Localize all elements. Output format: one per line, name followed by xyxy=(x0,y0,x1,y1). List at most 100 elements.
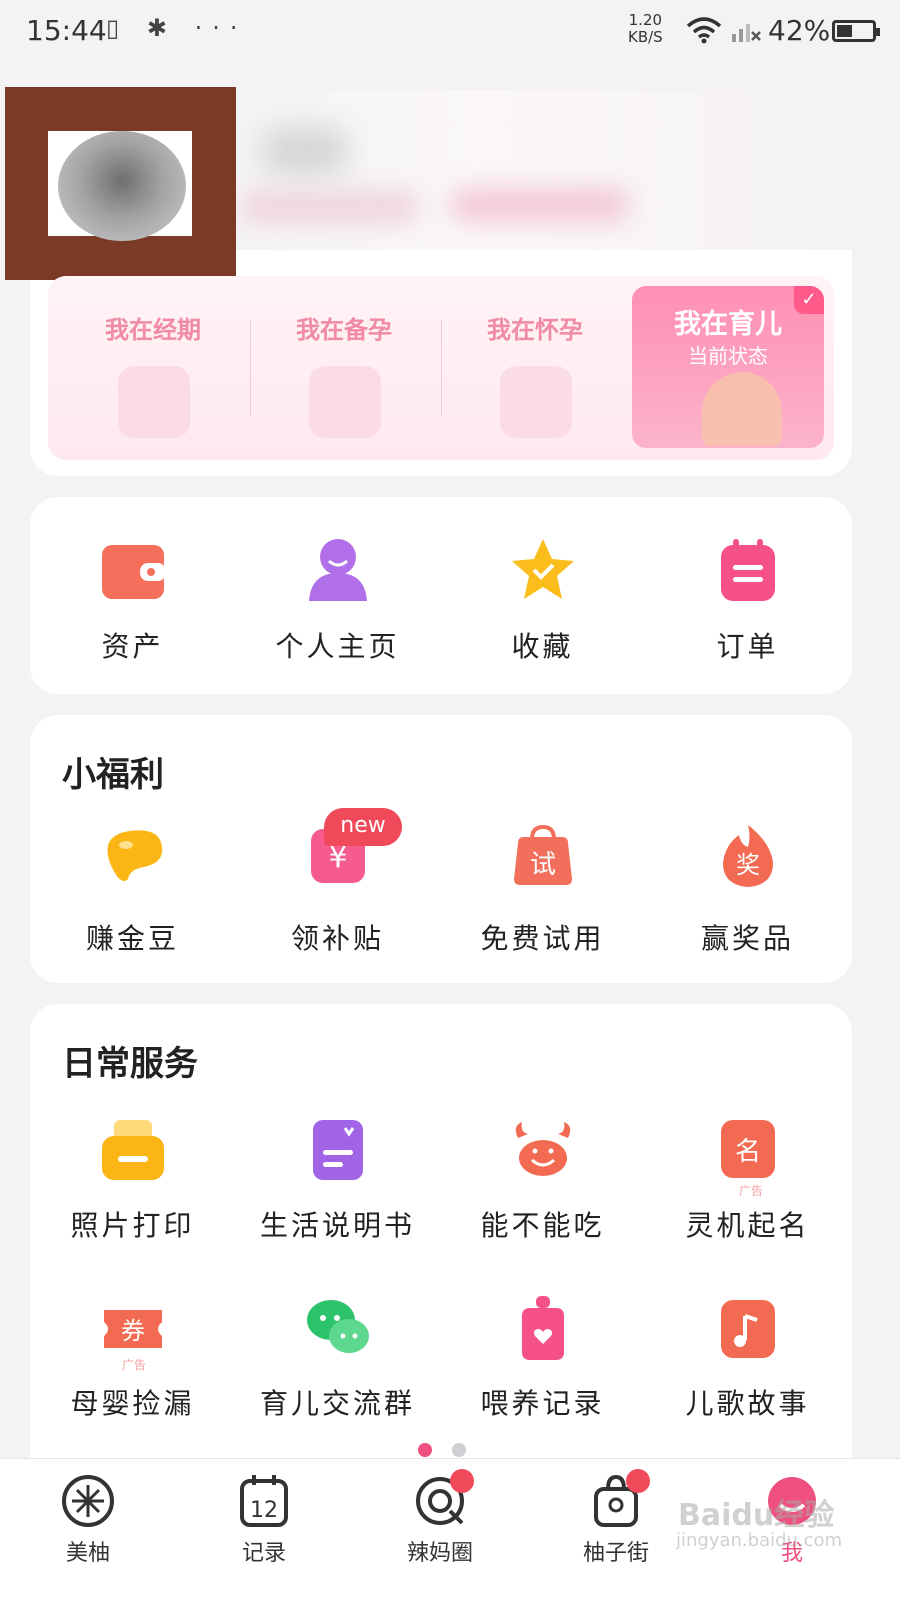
stage-label: 我在备孕 xyxy=(296,316,392,344)
nav-meiyou[interactable]: 美柚 xyxy=(28,1473,148,1567)
nav-label: 辣妈圈 xyxy=(406,1541,473,1566)
grid-label: 育儿交流群 xyxy=(259,1387,415,1420)
life-stage-selector: 我在经期 我在备孕 我在怀孕 我在育儿 当前状态 ✓ xyxy=(48,276,834,460)
network-speed-value: 1.20 xyxy=(628,11,663,29)
grid-label: 能不能吃 xyxy=(480,1209,605,1242)
calendar-hand-icon xyxy=(118,366,190,438)
baby-naming-button[interactable]: 名 广告 灵机起名 xyxy=(645,1114,850,1264)
bean-icon xyxy=(107,830,163,881)
welfare-card: 小福利 赚金豆 ¥ 领补贴 试 免费试用 奖 赢奖品 xyxy=(30,715,852,983)
earn-beans-button[interactable]: 赚金豆 xyxy=(30,815,235,975)
nursery-rhymes-button[interactable]: 儿歌故事 xyxy=(645,1292,850,1442)
orders-button[interactable]: 订单 xyxy=(645,497,850,694)
grid-label: 赢奖品 xyxy=(700,922,794,955)
name-icon: 名 xyxy=(721,1120,775,1178)
nav-label: 柚子街 xyxy=(582,1541,649,1566)
new-badge: new xyxy=(324,808,402,846)
meiyou-icon xyxy=(60,1473,116,1529)
music-icon xyxy=(721,1300,775,1358)
grid-label: 喂养记录 xyxy=(480,1387,605,1420)
wechat-icon xyxy=(307,1300,369,1353)
signal-icon xyxy=(732,24,761,42)
stage-preparing[interactable]: 我在备孕 xyxy=(249,276,439,460)
profile-tag-blurred xyxy=(240,190,420,224)
trial-bag-icon: 试 xyxy=(514,824,572,885)
network-speed: 1.20 KB/S xyxy=(628,12,663,46)
win-prizes-button[interactable]: 奖 赢奖品 xyxy=(645,815,850,975)
baby-deals-button[interactable]: 券 广告 母婴捡漏 xyxy=(30,1292,235,1442)
parenting-group-button[interactable]: 育儿交流群 xyxy=(235,1292,440,1442)
svg-text:奖: 奖 xyxy=(736,851,760,879)
grid-label: 领补贴 xyxy=(290,922,384,955)
grid-label: 订单 xyxy=(716,630,779,663)
quick-actions-card: 资产 个人主页 收藏 订单 xyxy=(30,497,852,694)
svg-text:12: 12 xyxy=(250,1498,278,1523)
avatar[interactable] xyxy=(58,131,186,241)
grid-label: 收藏 xyxy=(511,630,574,663)
feeding-record-button[interactable]: 喂养记录 xyxy=(440,1292,645,1442)
order-icon xyxy=(721,539,775,601)
bottle-icon xyxy=(522,1296,564,1360)
profile-page-button[interactable]: 个人主页 xyxy=(235,497,440,694)
baidu-watermark-url: jingyan.baidu.com xyxy=(676,1530,843,1551)
nav-label: 记录 xyxy=(241,1541,286,1566)
pregnant-woman-icon xyxy=(500,366,572,438)
stage-label: 我在经期 xyxy=(105,316,201,344)
check-icon: ✓ xyxy=(794,286,824,314)
stage-current-label: 当前状态 xyxy=(688,344,768,368)
grid-label: 生活说明书 xyxy=(259,1209,415,1242)
person-icon xyxy=(309,539,367,601)
pager-dot[interactable] xyxy=(452,1443,466,1457)
shop-bag-icon xyxy=(588,1469,650,1529)
grid-label: 免费试用 xyxy=(480,922,605,955)
grid-label: 个人主页 xyxy=(275,630,400,663)
manual-icon xyxy=(313,1120,363,1180)
mother-baby-icon xyxy=(702,372,782,446)
photo-print-button[interactable]: 照片打印 xyxy=(30,1114,235,1264)
username-blurred xyxy=(260,126,350,176)
grid-label: 儿歌故事 xyxy=(685,1387,810,1420)
nav-shop-street[interactable]: 柚子街 xyxy=(556,1469,676,1567)
prize-flame-icon: 奖 xyxy=(723,825,773,887)
test-strip-icon xyxy=(309,366,381,438)
svg-text:券: 券 xyxy=(121,1317,145,1345)
section-title: 日常服务 xyxy=(62,1044,198,1084)
stage-parenting[interactable]: 我在育儿 当前状态 ✓ xyxy=(632,286,824,448)
circle-icon xyxy=(412,1469,474,1529)
network-speed-unit: KB/S xyxy=(628,28,663,46)
vibrate-bluetooth-more-icons: ▯ ✱ ··· xyxy=(106,14,248,42)
stage-period[interactable]: 我在经期 xyxy=(58,276,248,460)
status-bar: 15:44 ▯ ✱ ··· 1.20 KB/S 42% xyxy=(0,0,900,64)
nav-moms-circle[interactable]: 辣妈圈 xyxy=(380,1469,500,1567)
ad-tag: 广告 xyxy=(739,1184,764,1198)
printer-icon xyxy=(102,1120,164,1180)
ad-tag: 广告 xyxy=(122,1358,147,1372)
notification-dot xyxy=(450,1469,474,1493)
star-icon xyxy=(512,539,574,599)
grid-label: 赚金豆 xyxy=(85,922,179,955)
favorites-button[interactable]: 收藏 xyxy=(440,497,645,694)
assets-button[interactable]: 资产 xyxy=(30,497,235,694)
life-manual-button[interactable]: 生活说明书 xyxy=(235,1114,440,1264)
grid-label: 母婴捡漏 xyxy=(70,1387,195,1420)
stage-label: 我在怀孕 xyxy=(487,316,583,344)
status-time: 15:44 xyxy=(26,14,107,47)
free-trial-button[interactable]: 试 免费试用 xyxy=(440,815,645,975)
baidu-watermark: Baidu经验 xyxy=(678,1498,835,1533)
svg-text:试: 试 xyxy=(530,850,556,880)
grid-label: 灵机起名 xyxy=(685,1209,810,1242)
daily-services-card: 日常服务 照片打印 生活说明书 能不能吃 名 广告 灵机起名 券 广告 母婴捡漏… xyxy=(30,1004,852,1484)
can-i-eat-button[interactable]: 能不能吃 xyxy=(440,1114,645,1264)
grid-label: 照片打印 xyxy=(70,1209,195,1242)
nav-record[interactable]: 12 记录 xyxy=(204,1473,324,1567)
battery-percent: 42% xyxy=(768,14,831,47)
crab-icon xyxy=(515,1122,571,1176)
calendar-icon: 12 xyxy=(236,1473,292,1529)
profile-tag-blurred xyxy=(450,188,630,222)
wifi-icon xyxy=(686,17,722,44)
battery-icon xyxy=(832,20,880,42)
notification-dot xyxy=(626,1469,650,1493)
grid-label: 资产 xyxy=(101,630,164,663)
coupon-icon: 券 xyxy=(104,1310,162,1348)
stage-pregnant[interactable]: 我在怀孕 xyxy=(440,276,630,460)
